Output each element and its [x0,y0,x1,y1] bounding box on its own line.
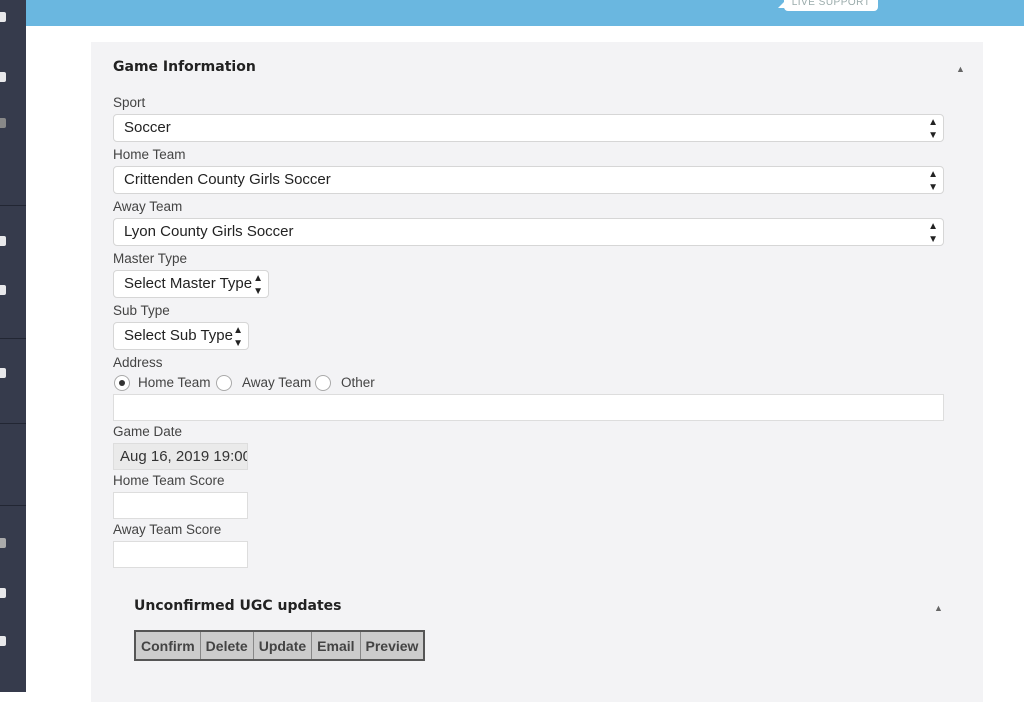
radio-label-home-team: Home Team [138,375,211,390]
divider [0,338,26,339]
away-team-select[interactable]: Lyon County Girls Soccer ▲ ▼ [113,218,944,246]
panel-title: Game Information [113,59,256,75]
home-team-value: Crittenden County Girls Soccer [124,171,331,188]
sidebar [0,0,26,692]
ugc-collapse-caret-icon[interactable]: ▲ [934,603,943,613]
radio-away-team[interactable] [216,375,232,391]
master-type-select[interactable]: Select Master Type ▲ ▼ [113,270,269,298]
preview-button[interactable]: Preview [360,632,424,659]
away-team-label: Away Team [113,199,183,214]
select-arrows-icon: ▲ ▼ [253,273,263,297]
update-button[interactable]: Update [253,632,313,659]
nav-icon[interactable] [0,285,6,295]
sub-type-select[interactable]: Select Sub Type ▲ ▼ [113,322,249,350]
divider [0,505,26,506]
divider [0,205,26,206]
ugc-button-group: Confirm Delete Update Email Preview [134,630,426,661]
game-information-panel: Game Information ▲ Sport Soccer ▲ ▼ Home T… [91,42,983,702]
master-type-label: Master Type [113,251,188,266]
sport-select[interactable]: Soccer ▲ ▼ [113,114,944,142]
collapse-caret-icon[interactable]: ▲ [956,64,965,74]
radio-other[interactable] [315,375,331,391]
ugc-title: Unconfirmed UGC updates [134,598,342,614]
master-type-value: Select Master Type [124,275,253,292]
nav-icon[interactable] [0,368,6,378]
away-score-label: Away Team Score [113,522,222,537]
select-arrows-icon: ▲ ▼ [233,325,243,349]
sub-type-value: Select Sub Type [124,327,233,344]
nav-icon[interactable] [0,588,6,598]
sport-value: Soccer [124,119,171,136]
confirm-button[interactable]: Confirm [136,632,201,659]
nav-icon[interactable] [0,636,6,646]
nav-icon[interactable] [0,118,6,128]
radio-home-team[interactable] [114,375,130,391]
top-header: LIVE SUPPORT [26,0,1024,26]
game-date-label: Game Date [113,424,183,439]
select-arrows-icon: ▲ ▼ [928,117,938,141]
away-score-input[interactable] [113,541,248,568]
home-team-select[interactable]: Crittenden County Girls Soccer ▲ ▼ [113,166,944,194]
home-score-input[interactable] [113,492,248,519]
home-score-label: Home Team Score [113,473,225,488]
live-support-button[interactable]: LIVE SUPPORT [778,0,878,11]
address-input[interactable] [113,394,944,421]
sub-type-label: Sub Type [113,303,170,318]
away-team-value: Lyon County Girls Soccer [124,223,294,240]
home-team-label: Home Team [113,147,186,162]
nav-icon[interactable] [0,72,6,82]
nav-icon[interactable] [0,12,6,22]
select-arrows-icon: ▲ ▼ [928,221,938,245]
divider [0,423,26,424]
nav-icon[interactable] [0,236,6,246]
sport-label: Sport [113,95,146,110]
email-button[interactable]: Email [312,632,361,659]
radio-label-away-team: Away Team [242,375,312,390]
game-date-input[interactable]: Aug 16, 2019 19:00 [113,443,248,470]
delete-button[interactable]: Delete [200,632,254,659]
address-label: Address [113,355,163,370]
radio-label-other: Other [341,375,375,390]
select-arrows-icon: ▲ ▼ [928,169,938,193]
gear-icon[interactable] [0,538,6,548]
